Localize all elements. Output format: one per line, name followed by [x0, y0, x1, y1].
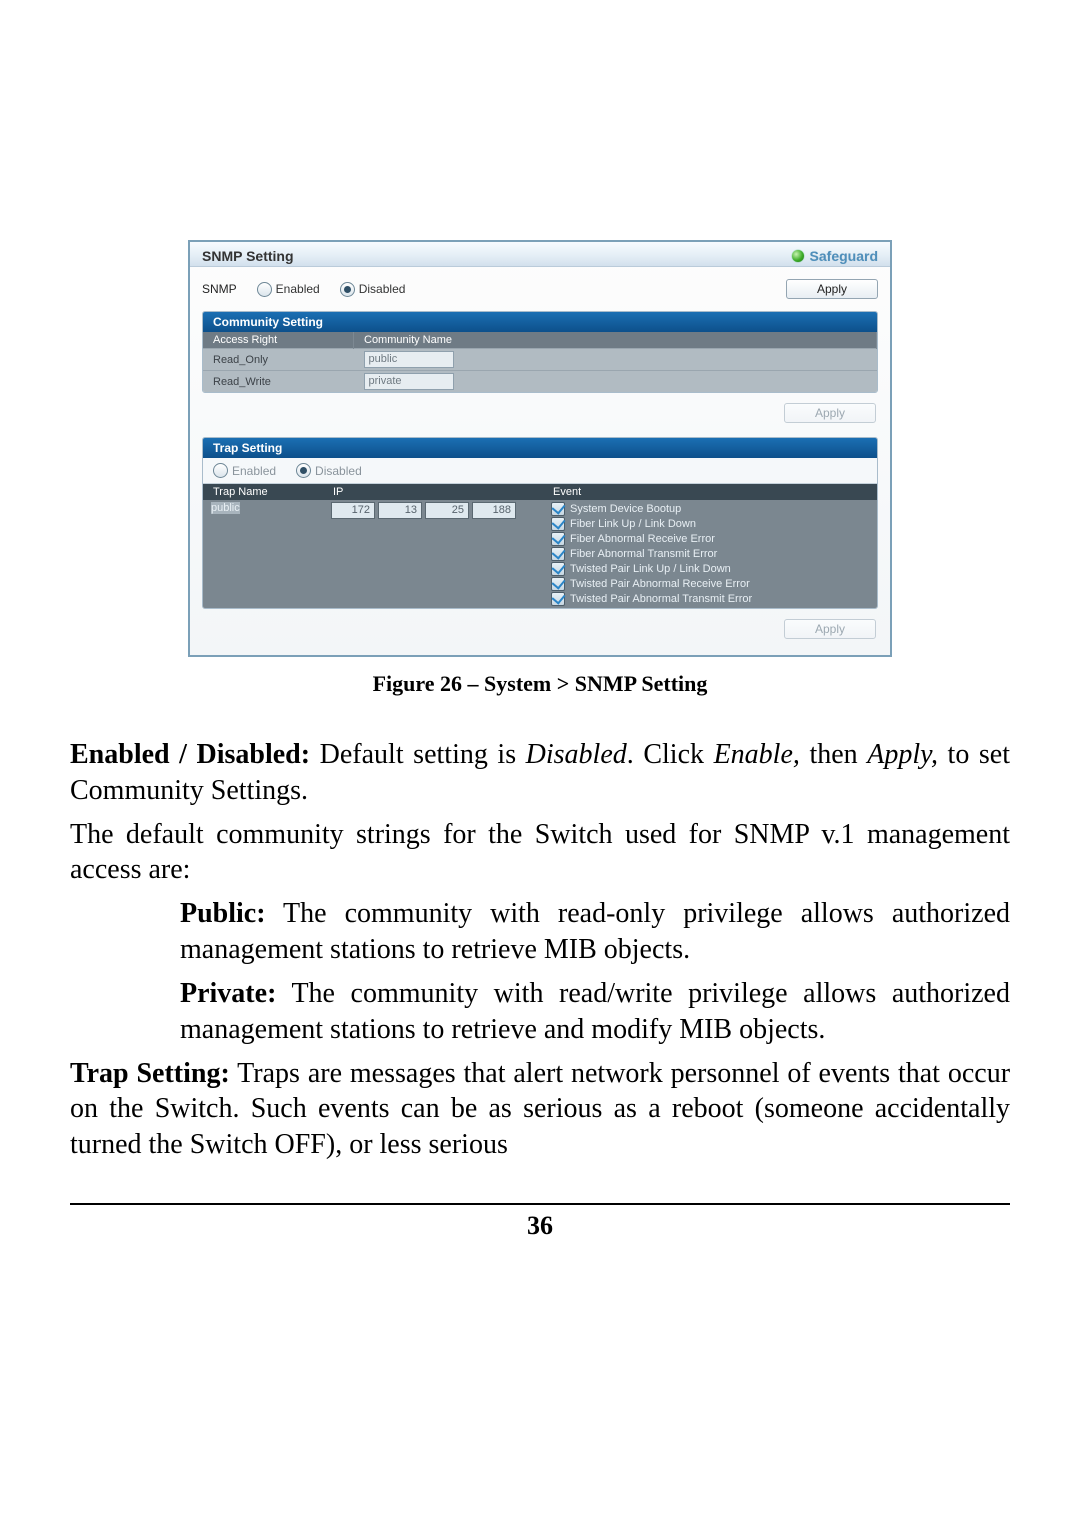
trap-enabled-radio[interactable]: Enabled: [213, 463, 276, 478]
event-item[interactable]: Twisted Pair Abnormal Transmit Error: [551, 592, 869, 606]
checkbox-icon: [551, 592, 565, 606]
event-item[interactable]: Fiber Link Up / Link Down: [551, 517, 869, 531]
event-label: Fiber Abnormal Receive Error: [570, 533, 715, 545]
col-ip: IP: [323, 484, 543, 500]
community-table: Access Right Community Name Read_Only pu…: [203, 332, 877, 392]
trap-name-cell: public: [203, 500, 323, 608]
trap-table: Trap Name IP Event public 172 13 25: [203, 484, 877, 608]
cell-access-right: Read_Write: [203, 371, 354, 393]
table-header-row: Trap Name IP Event: [203, 484, 877, 500]
community-name-input[interactable]: private: [364, 373, 454, 390]
col-community-name: Community Name: [354, 332, 877, 349]
col-access-right: Access Right: [203, 332, 354, 349]
trap-setting-section: Trap Setting Enabled Disabled: [202, 437, 878, 609]
apply-button-community[interactable]: Apply: [784, 403, 876, 423]
event-item[interactable]: Fiber Abnormal Receive Error: [551, 532, 869, 546]
checkbox-icon: [551, 532, 565, 546]
snmp-setting-screenshot: SNMP Setting Safeguard SNMP Enabled Disa…: [188, 240, 892, 657]
apply-button-top[interactable]: Apply: [786, 279, 878, 299]
event-label: Twisted Pair Abnormal Receive Error: [570, 578, 750, 590]
ip-octet-input[interactable]: 25: [425, 502, 469, 519]
event-item[interactable]: Fiber Abnormal Transmit Error: [551, 547, 869, 561]
event-item[interactable]: Twisted Pair Abnormal Receive Error: [551, 577, 869, 591]
event-label: Twisted Pair Abnormal Transmit Error: [570, 593, 752, 605]
checkbox-icon: [551, 547, 565, 561]
footer-rule: [70, 1203, 1010, 1205]
trap-name-input[interactable]: public: [211, 502, 240, 514]
col-event: Event: [543, 484, 877, 500]
page-number: 36: [70, 1211, 1010, 1241]
radio-disabled-label: Disabled: [359, 282, 406, 296]
community-setting-header: Community Setting: [203, 312, 877, 332]
radio-icon: [257, 282, 272, 297]
snmp-enabled-radio[interactable]: Enabled: [257, 282, 320, 297]
enabled-disabled-heading: Enabled / Disabled:: [70, 739, 310, 770]
trap-setting-heading: Trap Setting:: [70, 1058, 230, 1089]
ip-octet-input[interactable]: 188: [472, 502, 516, 519]
apply-button-trap[interactable]: Apply: [784, 619, 876, 639]
event-label: Fiber Link Up / Link Down: [570, 518, 696, 530]
title-bar: SNMP Setting Safeguard: [190, 242, 890, 267]
trap-events-cell: System Device Bootup Fiber Link Up / Lin…: [543, 500, 877, 608]
radio-icon: [296, 463, 311, 478]
ip-octet-input[interactable]: 172: [331, 502, 375, 519]
radio-icon: [340, 282, 355, 297]
event-item[interactable]: System Device Bootup: [551, 502, 869, 516]
trap-setting-header: Trap Setting: [203, 438, 877, 458]
table-header-row: Access Right Community Name: [203, 332, 877, 349]
snmp-label: SNMP: [202, 282, 237, 296]
document-body: Enabled / Disabled: Default setting is D…: [70, 737, 1010, 1163]
table-row: Read_Write private: [203, 371, 877, 393]
trap-ip-cell: 172 13 25 188: [323, 500, 543, 608]
col-trap-name: Trap Name: [203, 484, 323, 500]
trap-disabled-label: Disabled: [315, 464, 362, 478]
community-setting-section: Community Setting Access Right Community…: [202, 311, 878, 393]
event-label: System Device Bootup: [570, 503, 681, 515]
radio-enabled-label: Enabled: [276, 282, 320, 296]
trap-disabled-radio[interactable]: Disabled: [296, 463, 362, 478]
community-name-input[interactable]: public: [364, 351, 454, 368]
snmp-disabled-radio[interactable]: Disabled: [340, 282, 406, 297]
cell-community-name: private: [354, 371, 877, 393]
safeguard-label: Safeguard: [810, 248, 878, 264]
checkbox-icon: [551, 517, 565, 531]
safeguard-indicator: Safeguard: [792, 248, 878, 264]
cell-community-name: public: [354, 349, 877, 371]
safeguard-dot-icon: [792, 250, 804, 262]
default-strings-paragraph: The default community strings for the Sw…: [70, 817, 1010, 889]
checkbox-icon: [551, 502, 565, 516]
ip-octet-input[interactable]: 13: [378, 502, 422, 519]
event-label: Twisted Pair Link Up / Link Down: [570, 563, 731, 575]
trap-enabled-label: Enabled: [232, 464, 276, 478]
panel-title: SNMP Setting: [202, 248, 294, 264]
radio-icon: [213, 463, 228, 478]
checkbox-icon: [551, 577, 565, 591]
figure-caption: Figure 26 – System > SNMP Setting: [70, 671, 1010, 697]
table-row: Read_Only public: [203, 349, 877, 371]
table-row: public 172 13 25 188: [203, 500, 877, 608]
public-heading: Public:: [180, 898, 266, 929]
event-label: Fiber Abnormal Transmit Error: [570, 548, 717, 560]
checkbox-icon: [551, 562, 565, 576]
event-item[interactable]: Twisted Pair Link Up / Link Down: [551, 562, 869, 576]
private-heading: Private:: [180, 978, 276, 1009]
cell-access-right: Read_Only: [203, 349, 354, 371]
